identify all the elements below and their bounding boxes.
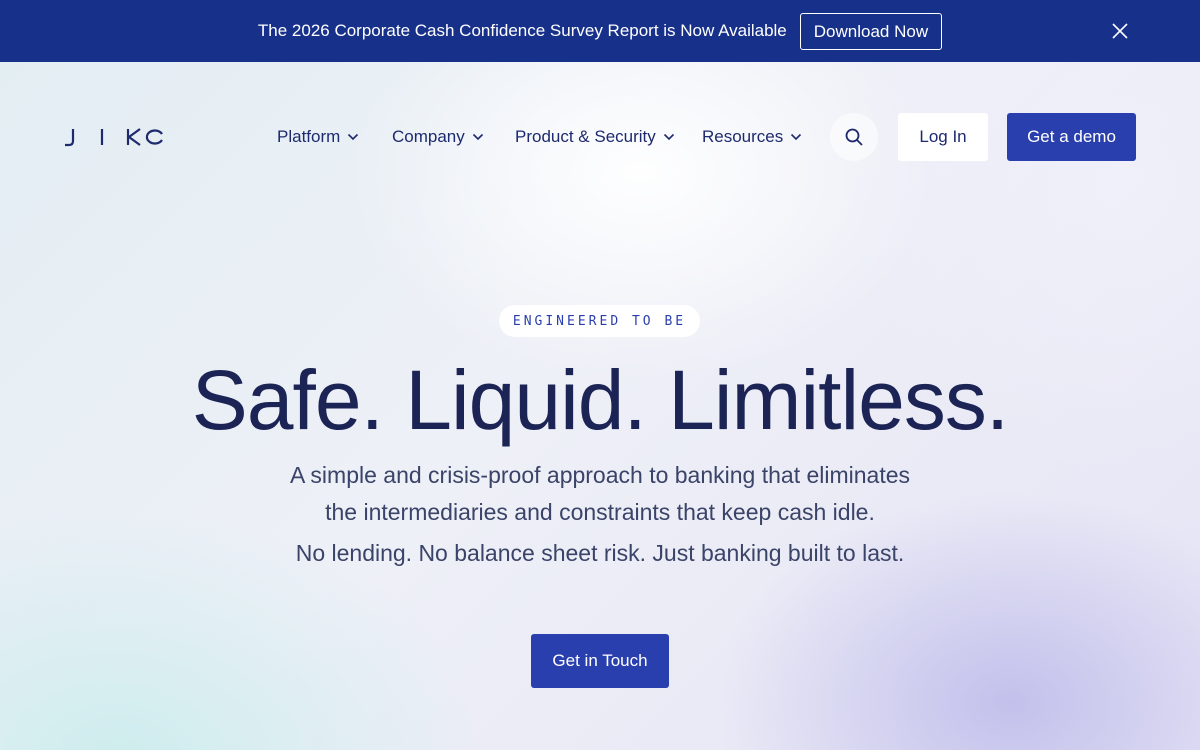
get-demo-button[interactable]: Get a demo [1007, 113, 1136, 161]
search-icon [845, 128, 863, 146]
chevron-down-icon [663, 133, 674, 141]
announcement-bar: The 2026 Corporate Cash Confidence Surve… [0, 0, 1200, 62]
close-icon[interactable] [1110, 21, 1130, 41]
announcement-text: The 2026 Corporate Cash Confidence Surve… [257, 21, 787, 40]
eyebrow-badge: ENGINEERED TO BE [499, 305, 700, 337]
nav-item-label: Platform [277, 127, 341, 146]
nav-item-company[interactable]: Company [392, 113, 484, 161]
login-button[interactable]: Log In [898, 113, 988, 161]
nav-item-resources[interactable]: Resources [702, 113, 802, 161]
nav-item-label: Product & Security [515, 127, 656, 146]
nav-item-product-security[interactable]: Product & Security [515, 113, 675, 161]
hero-subtitle-line2: the intermediaries and constraints that … [325, 499, 875, 525]
chevron-down-icon [348, 133, 359, 141]
hero-headline: Safe. Liquid. Limitless. [191, 353, 1009, 447]
nav-item-label: Company [392, 127, 465, 146]
main-nav: Platform Company Product & Security Reso… [0, 113, 1200, 161]
chevron-down-icon [791, 133, 802, 141]
nav-item-platform[interactable]: Platform [277, 113, 359, 161]
get-in-touch-button[interactable]: Get in Touch [531, 634, 669, 688]
nav-item-label: Resources [702, 127, 784, 146]
hero-subtitle-line1: A simple and crisis-proof approach to ba… [289, 462, 911, 488]
chevron-down-icon [472, 133, 483, 141]
hero-subtitle-line3: No lending. No balance sheet risk. Just … [295, 540, 905, 566]
search-button[interactable] [830, 113, 878, 161]
download-now-button[interactable]: Download Now [799, 12, 943, 50]
